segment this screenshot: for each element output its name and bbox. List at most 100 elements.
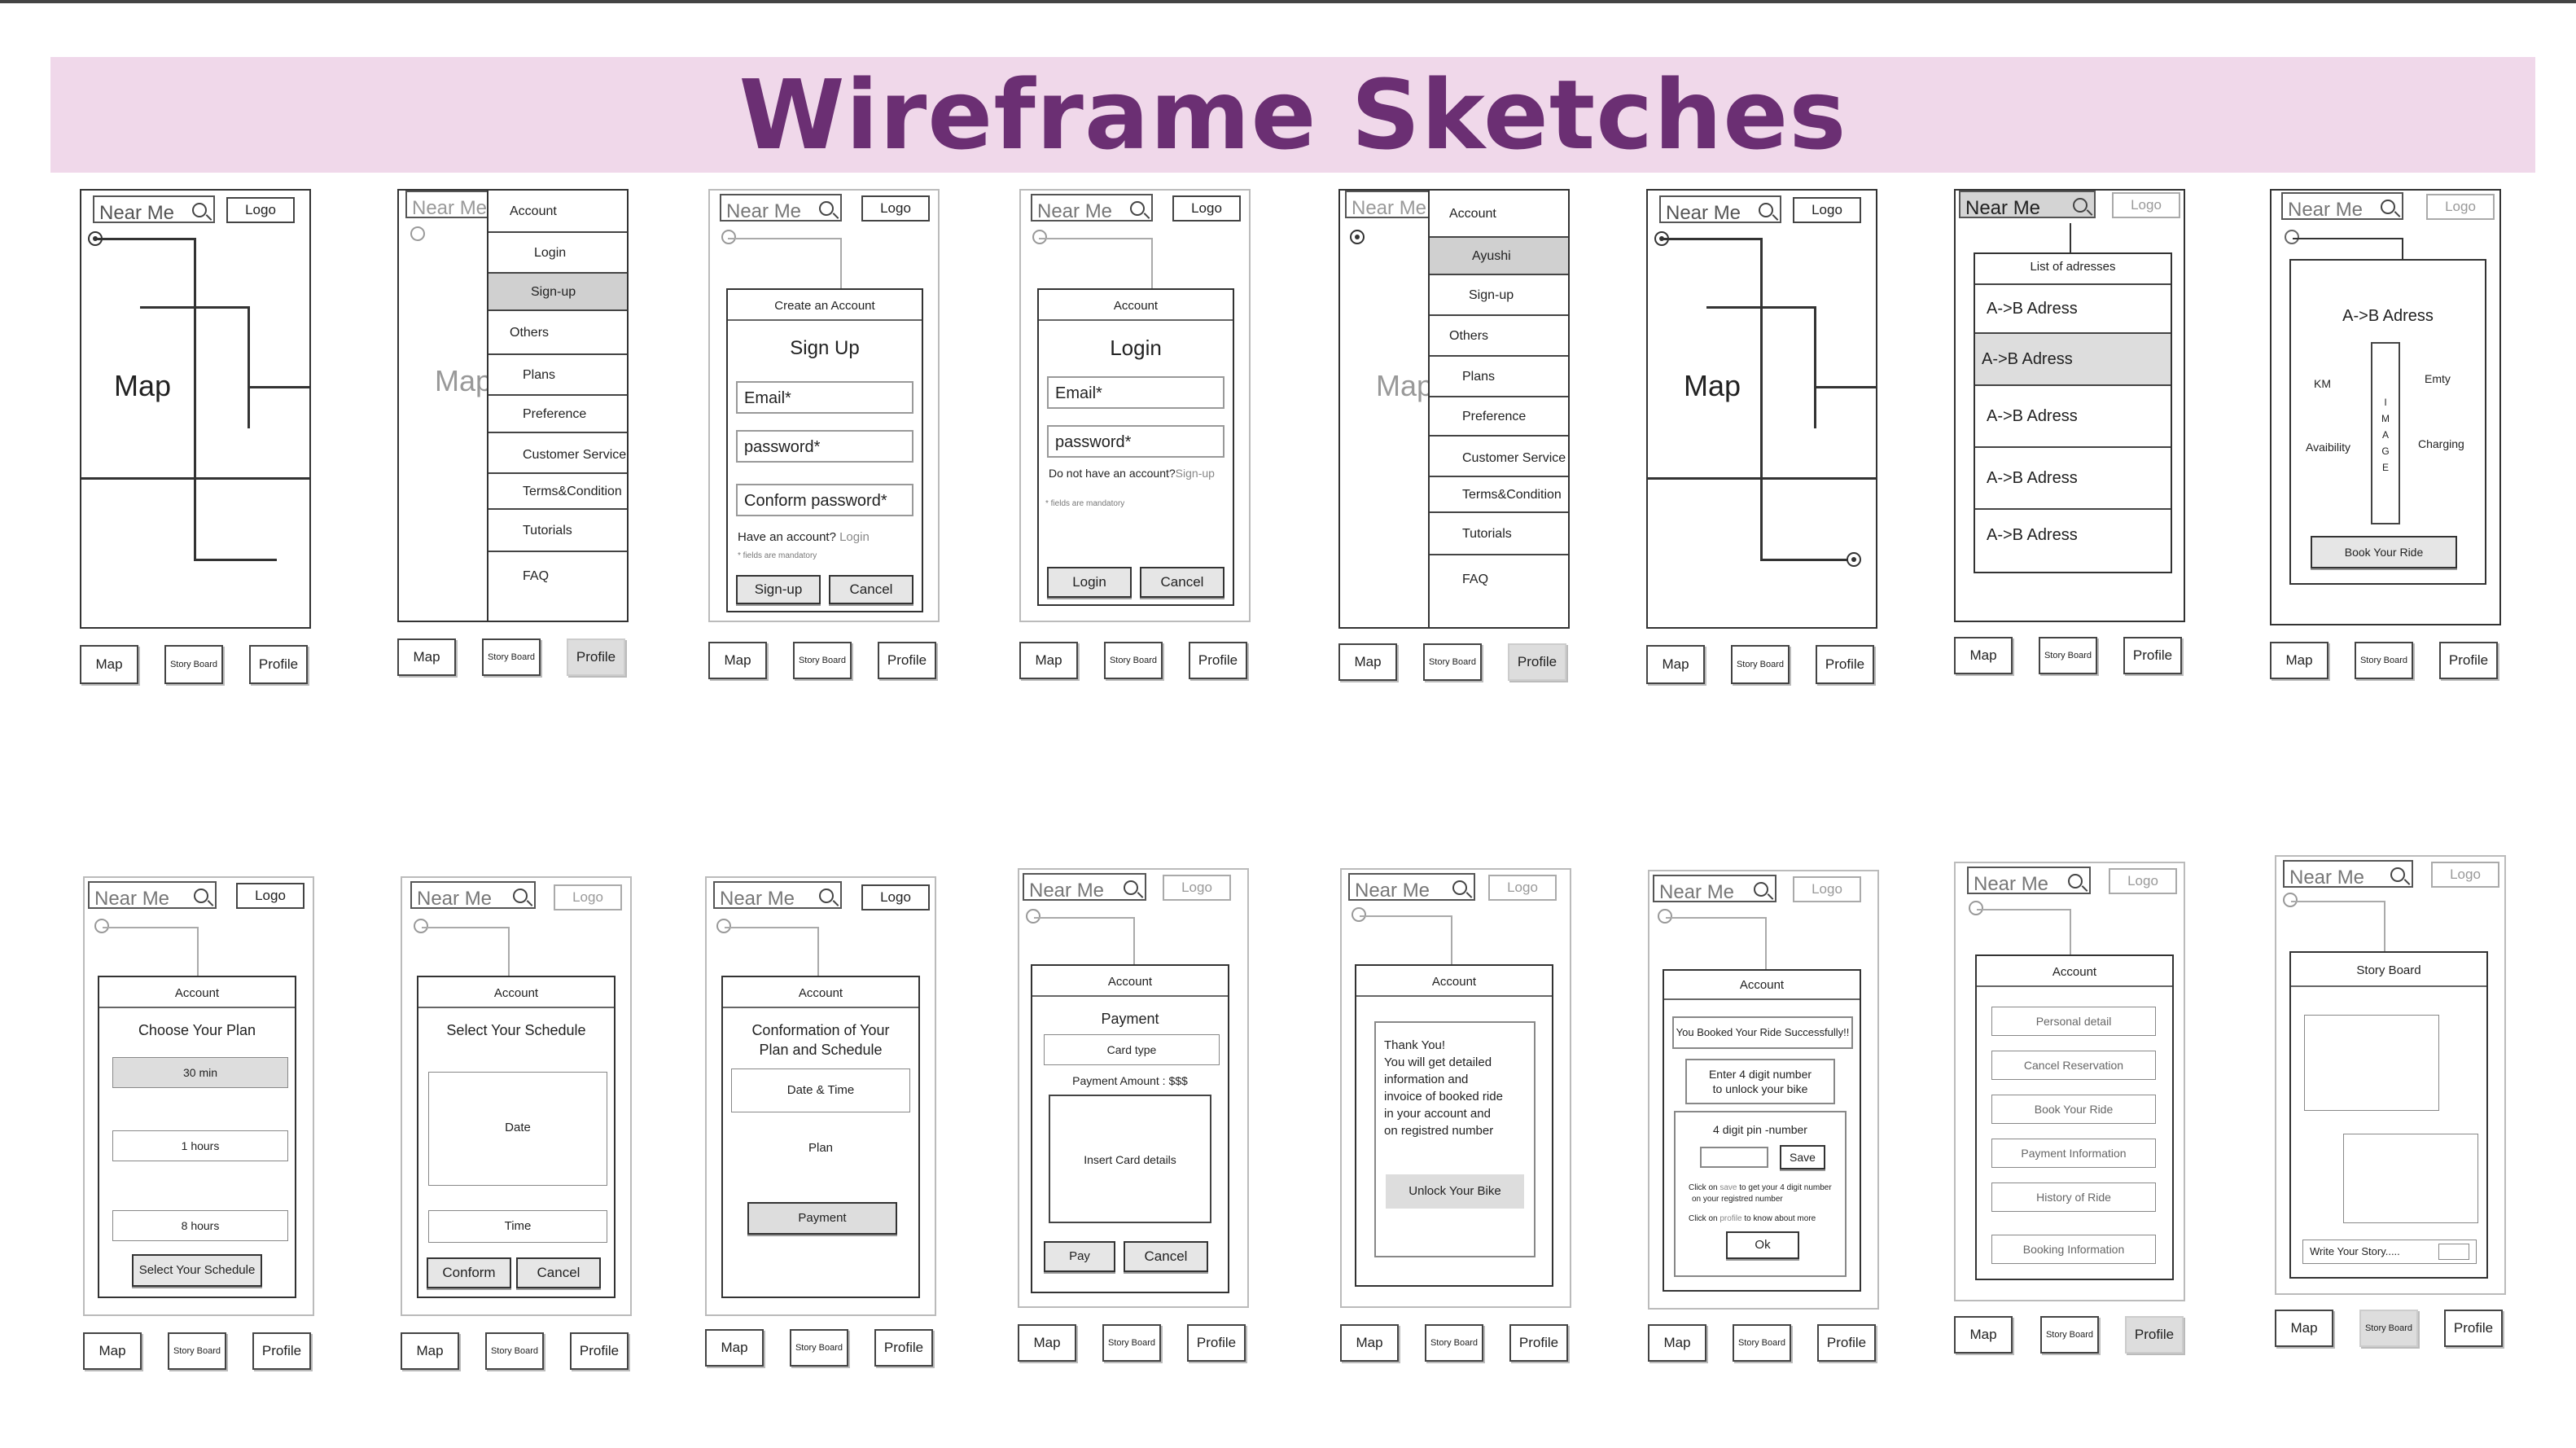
unlock-bike-button[interactable]: Unlock Your Bike (1386, 1174, 1524, 1209)
nav-storyboard-button[interactable]: Story Board (1425, 1324, 1483, 1362)
nav-map-button[interactable]: Map (1019, 642, 1078, 679)
menu-item-plans[interactable]: Plans (488, 355, 627, 396)
nav-profile-button[interactable]: Profile (1816, 645, 1874, 684)
search-icon[interactable] (819, 201, 834, 216)
signup-button[interactable]: Sign-up (736, 575, 821, 604)
nav-profile-button[interactable]: Profile (874, 1329, 933, 1367)
address-item[interactable]: A->B Adress (1975, 285, 2171, 334)
search-icon[interactable] (2390, 867, 2405, 882)
profile-link[interactable]: profile (1720, 1214, 1741, 1223)
search-input[interactable]: Near Me (1959, 191, 2096, 219)
nav-map-button[interactable]: Map (397, 638, 456, 676)
signup-link[interactable]: Sign-up (1176, 467, 1215, 480)
address-item[interactable]: A->B Adress (1975, 334, 2171, 386)
search-icon[interactable] (2073, 198, 2088, 213)
card-type-field[interactable]: Card type (1044, 1034, 1220, 1065)
cancel-button[interactable]: Cancel (1124, 1241, 1208, 1272)
plan-option[interactable]: 30 min (112, 1057, 288, 1088)
profile-option-cancel[interactable]: Cancel Reservation (1991, 1051, 2156, 1080)
search-input[interactable]: Near Me (720, 194, 842, 222)
nav-map-button[interactable]: Map (1018, 1324, 1076, 1362)
nav-profile-button[interactable]: Profile (878, 642, 936, 679)
search-icon[interactable] (1452, 880, 1467, 895)
nav-map-button[interactable]: Map (1648, 1324, 1706, 1362)
cancel-button[interactable]: Cancel (1140, 567, 1224, 598)
menu-item-customer-service[interactable]: Customer Service (488, 433, 627, 474)
pin-input[interactable] (1700, 1147, 1768, 1168)
menu-item-signup[interactable]: Sign-up (488, 274, 627, 311)
menu-item-others[interactable]: Others (488, 311, 627, 355)
address-item[interactable]: A->B Adress (1975, 510, 2171, 572)
nav-storyboard-button[interactable]: Story Board (482, 638, 541, 676)
menu-item-preference[interactable]: Preference (488, 396, 627, 433)
nav-map-button[interactable]: Map (705, 1329, 764, 1367)
search-input[interactable]: Near Me (1659, 195, 1781, 224)
nav-storyboard-button[interactable]: Story Board (2359, 1310, 2418, 1347)
nav-profile-button[interactable]: Profile (2123, 637, 2182, 674)
card-details-field[interactable]: Insert Card details (1049, 1095, 1211, 1223)
nav-profile-button[interactable]: Profile (252, 1332, 311, 1370)
nav-map-button[interactable]: Map (708, 642, 767, 679)
login-button[interactable]: Login (1047, 567, 1132, 598)
nav-map-button[interactable]: Map (1338, 643, 1397, 681)
nav-storyboard-button[interactable]: Story Board (485, 1332, 544, 1370)
profile-option-booking-info[interactable]: Booking Information (1991, 1235, 2156, 1264)
search-icon[interactable] (192, 203, 207, 217)
menu-item-login[interactable]: Login (488, 233, 627, 274)
search-input[interactable]: Near Me (1348, 873, 1475, 902)
save-link[interactable]: save (1720, 1183, 1737, 1192)
search-input[interactable]: Near Me (93, 195, 215, 224)
nav-storyboard-button[interactable]: Story Board (2355, 642, 2413, 679)
story-submit-box[interactable] (2438, 1244, 2469, 1260)
nav-storyboard-button[interactable]: Story Board (793, 642, 852, 679)
search-input[interactable]: Near Me (1023, 873, 1146, 902)
profile-option-payment[interactable]: Payment Information (1991, 1139, 2156, 1168)
nav-profile-button[interactable]: Profile (1508, 643, 1566, 681)
save-button[interactable]: Save (1780, 1145, 1825, 1169)
confirm-button[interactable]: Conform (427, 1257, 511, 1288)
book-ride-button[interactable]: Book Your Ride (2311, 536, 2457, 568)
nav-storyboard-button[interactable]: Story Board (2040, 1316, 2099, 1354)
search-input[interactable]: Near Me (1653, 875, 1776, 903)
menu-item-faq[interactable]: FAQ (1430, 555, 1568, 627)
nav-profile-button[interactable]: Profile (1817, 1324, 1876, 1362)
nav-map-button[interactable]: Map (1646, 645, 1705, 684)
nav-map-button[interactable]: Map (83, 1332, 142, 1370)
nav-profile-button[interactable]: Profile (570, 1332, 629, 1370)
search-icon[interactable] (1759, 203, 1773, 217)
nav-map-button[interactable]: Map (80, 645, 138, 684)
search-input[interactable]: Near Me (88, 881, 217, 910)
nav-map-button[interactable]: Map (2275, 1310, 2333, 1347)
search-input[interactable]: Near Me (2283, 860, 2413, 889)
nav-storyboard-button[interactable]: Story Board (1102, 1324, 1161, 1362)
cancel-button[interactable]: Cancel (516, 1257, 601, 1288)
menu-item-user[interactable]: Ayushi (1430, 238, 1568, 275)
search-input[interactable]: Near Me (1967, 867, 2091, 895)
menu-item-tutorials[interactable]: Tutorials (1430, 513, 1568, 555)
login-link[interactable]: Login (839, 530, 870, 544)
nav-profile-button[interactable]: Profile (2439, 642, 2498, 679)
pay-button[interactable]: Pay (1044, 1241, 1115, 1272)
profile-option-book[interactable]: Book Your Ride (1991, 1095, 2156, 1124)
address-item[interactable]: A->B Adress (1975, 386, 2171, 448)
profile-option-history[interactable]: History of Ride (1991, 1183, 2156, 1212)
menu-item-others[interactable]: Others (1430, 316, 1568, 357)
nav-storyboard-button[interactable]: Story Board (168, 1332, 226, 1370)
destination-pin-icon[interactable] (1847, 552, 1861, 567)
nav-map-button[interactable]: Map (1954, 637, 2013, 674)
nav-profile-button[interactable]: Profile (1509, 1324, 1568, 1362)
nav-map-button[interactable]: Map (2270, 642, 2328, 679)
email-field[interactable]: Email* (736, 381, 913, 414)
nav-map-button[interactable]: Map (1954, 1316, 2013, 1354)
search-icon[interactable] (1124, 880, 1138, 895)
email-field[interactable]: Email* (1047, 376, 1224, 409)
nav-storyboard-button[interactable]: Story Board (2039, 637, 2097, 674)
nav-profile-button[interactable]: Profile (567, 638, 625, 676)
password-field[interactable]: password* (1047, 425, 1224, 458)
cancel-button[interactable]: Cancel (829, 575, 913, 604)
password-field[interactable]: password* (736, 430, 913, 463)
address-item[interactable]: A->B Adress (1975, 448, 2171, 510)
nav-profile-button[interactable]: Profile (2125, 1316, 2184, 1354)
menu-item-plans[interactable]: Plans (1430, 357, 1568, 397)
nav-storyboard-button[interactable]: Story Board (1733, 1324, 1791, 1362)
